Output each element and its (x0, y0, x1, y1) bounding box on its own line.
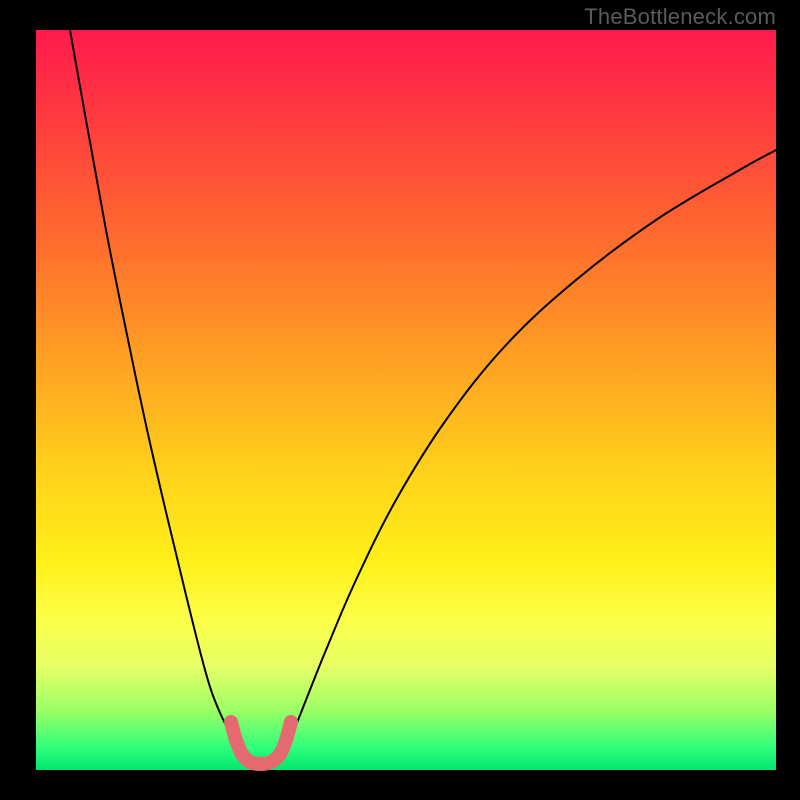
chart-svg (0, 0, 800, 800)
outer-frame: TheBottleneck.com (0, 0, 800, 800)
curve-bottom-accent (231, 722, 291, 764)
curve-right-branch (281, 150, 776, 757)
curve-left-branch (70, 30, 241, 757)
watermark-text: TheBottleneck.com (584, 4, 776, 30)
